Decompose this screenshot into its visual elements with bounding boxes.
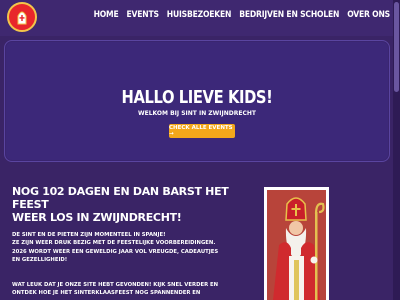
site-header: HOME EVENTS HUISBEZOEKEN BEDRIJVEN EN SC… [0,0,400,36]
hero-title: HALLO LIEVE KIDS! [121,87,273,108]
check-events-button[interactable]: CHECK ALLE EVENTS → [169,124,235,138]
intro-paragraph: DE SINT EN DE PIETEN ZIJN MOMENTEEL IN S… [12,231,244,265]
paragraph-line: ZE ZIJN WEER DRUK BEZIG MET DE FEESTELIJ… [12,240,216,247]
nav-over-ons[interactable]: OVER ONS [347,10,390,20]
nav-huisbezoeken[interactable]: HUISBEZOEKEN [167,10,232,20]
main-nav: HOME EVENTS HUISBEZOEKEN BEDRIJVEN EN SC… [94,10,391,20]
page-scrollbar[interactable] [393,0,400,300]
sinterklaas-photo-icon [267,190,326,300]
paragraph-line: EN GEZELLIGHEID! [12,257,68,264]
paragraph-line: DE SINT EN DE PIETEN ZIJN MOMENTEEL IN S… [12,232,166,238]
welcome-paragraph: WAT LEUK DAT JE ONZE SITE HEBT GEVONDEN!… [12,281,244,298]
countdown-heading-line: WEER LOS IN ZWIJNDRECHT! [12,211,182,224]
sinterklaas-logo-icon[interactable] [7,2,37,32]
nav-home[interactable]: HOME [94,10,119,20]
hero-banner: HALLO LIEVE KIDS! WELKOM BIJ SINT IN ZWI… [4,40,390,162]
countdown-heading-line: NOG 102 DAGEN EN DAN BARST HET FEEST [12,185,229,211]
paragraph-line: 2026 WORDT WEER EEN GEWELDIG JAAR VOL VR… [12,248,219,255]
nav-events[interactable]: EVENTS [127,10,159,20]
paragraph-line: ONTDEK HOE JE HET SINTERKLAASFEEST NOG S… [12,290,201,297]
nav-bedrijven-en-scholen[interactable]: BEDRIJVEN EN SCHOLEN [239,10,339,20]
sinterklaas-photo-frame [264,187,329,300]
paragraph-line: WAT LEUK DAT JE ONZE SITE HEBT GEVONDEN!… [12,282,219,288]
scrollbar-thumb[interactable] [394,2,399,92]
countdown-heading: NOG 102 DAGEN EN DAN BARST HET FEEST WEE… [12,185,242,224]
hero-subtitle: WELKOM BIJ SINT IN ZWIJNDRECHT [138,110,256,117]
